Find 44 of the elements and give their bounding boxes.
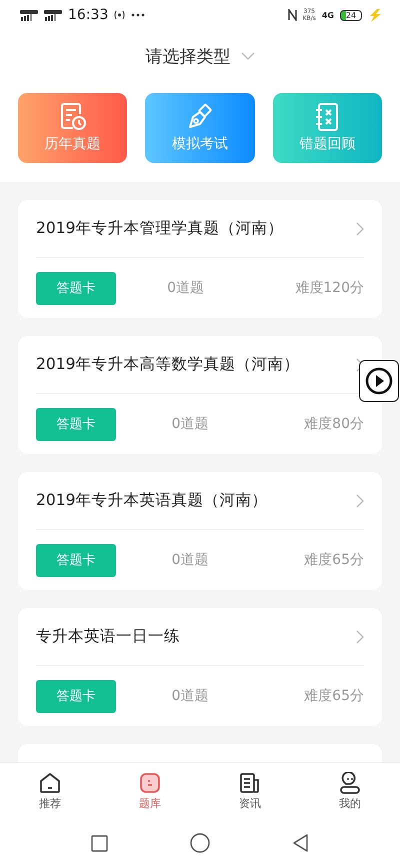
house-icon bbox=[39, 772, 61, 794]
signal-icon bbox=[20, 10, 38, 20]
more-icon bbox=[131, 13, 146, 17]
clock-time: 16:33 bbox=[68, 7, 108, 23]
clock-document-icon bbox=[60, 103, 86, 131]
exam-card[interactable]: 2019年专升本高等数学真题（河南） 答题卡 0道题 难度80分 bbox=[18, 336, 382, 454]
battery-level: 24 bbox=[340, 10, 362, 20]
difficulty-score: 难度80分 bbox=[304, 415, 364, 433]
hotspot-icon bbox=[114, 10, 126, 20]
chevron-right-icon bbox=[356, 630, 364, 644]
square-face-icon bbox=[139, 772, 161, 794]
difficulty-score: 难度65分 bbox=[304, 551, 364, 569]
chevron-down-icon bbox=[240, 52, 254, 60]
play-button[interactable] bbox=[359, 360, 399, 402]
exam-title: 2019年专升本英语真题（河南） bbox=[36, 490, 268, 511]
nfc-icon bbox=[288, 9, 297, 21]
recents-icon[interactable] bbox=[91, 834, 108, 852]
back-icon[interactable] bbox=[292, 834, 309, 852]
exam-card[interactable]: 专升本英语一日一练 答题卡 0道题 难度65分 bbox=[18, 608, 382, 726]
notebook-icon bbox=[315, 103, 340, 131]
question-count: 0道题 bbox=[170, 551, 210, 569]
exam-card[interactable]: 2019年专升本英语真题（河南） 答题卡 0道题 难度65分 bbox=[18, 472, 382, 590]
question-count: 0道题 bbox=[170, 687, 210, 705]
signal-icon bbox=[44, 10, 62, 20]
question-count: 0道题 bbox=[166, 279, 206, 297]
lightning-icon bbox=[368, 8, 382, 22]
chevron-right-icon bbox=[356, 494, 364, 508]
exam-title: 2019年专升本管理学真题（河南） bbox=[36, 218, 284, 239]
network-type: 4G bbox=[322, 10, 334, 20]
exam-title: 2019年专升本高等数学真题（河南） bbox=[36, 354, 300, 375]
tab-item[interactable]: 推荐 bbox=[0, 763, 100, 820]
question-count: 0道题 bbox=[170, 415, 210, 433]
home-icon[interactable] bbox=[190, 833, 210, 853]
difficulty-score: 难度120分 bbox=[295, 279, 364, 297]
chevron-right-icon bbox=[356, 222, 364, 236]
person-icon bbox=[339, 772, 361, 794]
type-selector[interactable]: 请选择类型 bbox=[146, 44, 254, 68]
difficulty-score: 难度65分 bbox=[304, 687, 364, 705]
tab-item[interactable]: 我的 bbox=[300, 763, 400, 820]
exam-card[interactable]: 2019年专升本管理学真题（河南） 答题卡 0道题 难度120分 bbox=[18, 200, 382, 318]
tab-item[interactable]: 资讯 bbox=[200, 763, 300, 820]
newspaper-icon bbox=[239, 772, 261, 794]
exam-title: 专升本英语一日一练 bbox=[36, 626, 181, 647]
tab-item[interactable]: 题库 bbox=[100, 763, 200, 820]
